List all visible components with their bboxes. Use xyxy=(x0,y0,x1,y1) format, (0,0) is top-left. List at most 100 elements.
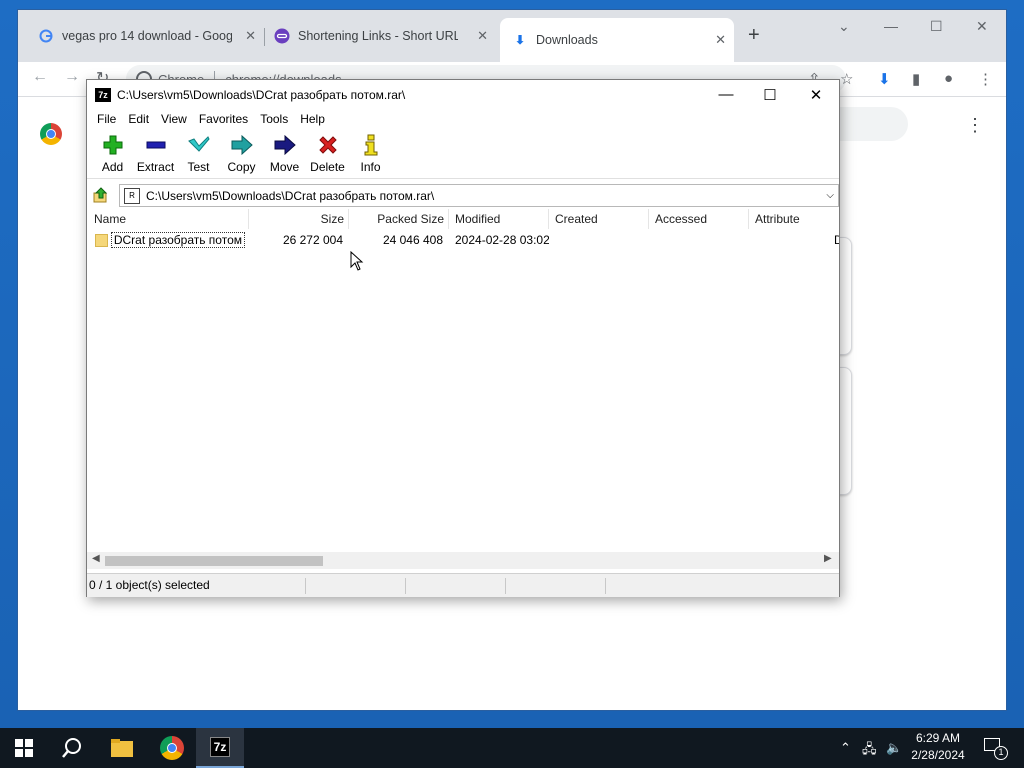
horizontal-scrollbar[interactable]: ◀ ▶ xyxy=(87,552,839,569)
status-segment xyxy=(507,578,606,594)
bookmark-star-icon[interactable]: ☆ xyxy=(840,70,853,88)
chrome-icon xyxy=(160,736,184,760)
scroll-thumb[interactable] xyxy=(105,556,323,566)
status-segment xyxy=(307,578,406,594)
close-tab-icon[interactable]: ✕ xyxy=(715,32,726,48)
window-title: C:\Users\vm5\Downloads\DCrat разобрать п… xyxy=(117,88,406,102)
chevron-up-icon[interactable]: ⌃ xyxy=(840,740,851,756)
file-explorer-button[interactable] xyxy=(98,728,146,768)
folder-icon xyxy=(111,739,133,757)
tab-downloads[interactable]: ⬇ Downloads ✕ xyxy=(500,18,734,62)
column-size[interactable]: Size xyxy=(249,209,349,229)
menu-view[interactable]: View xyxy=(155,112,193,126)
column-created[interactable]: Created xyxy=(549,209,649,229)
close-tab-icon[interactable]: ✕ xyxy=(245,28,256,44)
extract-button[interactable]: Extract xyxy=(134,134,177,178)
notification-count: 1 xyxy=(994,746,1008,760)
minus-icon xyxy=(144,134,168,156)
page-menu-icon[interactable]: ⋮ xyxy=(966,115,984,136)
tab-google-search[interactable]: vegas pro 14 download - Google ✕ xyxy=(38,22,264,50)
check-icon xyxy=(187,134,211,156)
close-tab-icon[interactable]: ✕ xyxy=(477,28,488,44)
maximize-button[interactable]: ☐ xyxy=(930,18,943,35)
column-attributes[interactable]: Attribute xyxy=(749,209,839,229)
maximize-button[interactable]: ☐ xyxy=(755,86,785,104)
arrow-right-icon xyxy=(273,134,297,156)
search-button[interactable] xyxy=(48,728,96,768)
modified-cell: 2024-02-28 03:02 xyxy=(455,233,549,247)
accessed-cell xyxy=(655,231,749,249)
scroll-left-icon[interactable]: ◀ xyxy=(92,553,100,564)
download-icon: ⬇ xyxy=(514,33,526,47)
path-text: C:\Users\vm5\Downloads\DCrat разобрать п… xyxy=(146,188,435,203)
tab-shortening-links[interactable]: Shortening Links - Short URLs | C ✕ xyxy=(274,22,496,50)
menu-icon[interactable]: ⋮ xyxy=(978,70,993,88)
attributes-cell: D xyxy=(834,233,839,247)
menu-favorites[interactable]: Favorites xyxy=(193,112,254,126)
google-g-icon xyxy=(38,28,54,44)
folder-up-icon[interactable] xyxy=(93,187,109,203)
new-tab-button[interactable]: + xyxy=(748,24,760,47)
clock-date: 2/28/2024 xyxy=(911,748,965,762)
clock-time: 6:29 AM xyxy=(915,731,961,745)
table-row[interactable]: DCrat разобрать потом 26 272 004 24 046 … xyxy=(87,231,839,249)
network-icon[interactable]: 🖧 xyxy=(862,740,877,762)
add-label: Add xyxy=(101,160,124,174)
packed-size-cell: 24 046 408 xyxy=(382,233,443,247)
close-button[interactable]: ✕ xyxy=(801,86,831,104)
sevenzip-icon: 7z xyxy=(209,737,231,757)
clock[interactable]: 6:29 AM 2/28/2024 xyxy=(906,730,970,764)
minimize-button[interactable]: — xyxy=(884,18,898,34)
column-accessed[interactable]: Accessed xyxy=(649,209,749,229)
scroll-right-icon[interactable]: ▶ xyxy=(824,553,832,564)
sevenzip-app-icon: 7z xyxy=(95,88,111,102)
chevron-down-icon[interactable]: ⌵ xyxy=(826,190,834,201)
info-button[interactable]: Info xyxy=(349,134,392,178)
column-modified[interactable]: Modified xyxy=(449,209,549,229)
chrome-taskbar-button[interactable] xyxy=(148,728,196,768)
menu-help[interactable]: Help xyxy=(294,112,331,126)
side-panel-icon[interactable]: ▮ xyxy=(912,70,920,88)
status-selection: 0 / 1 object(s) selected xyxy=(89,578,306,594)
file-name: DCrat разобрать потом xyxy=(110,232,245,248)
chrome-logo-icon xyxy=(40,123,62,145)
profile-icon[interactable]: ● xyxy=(944,70,953,87)
notification-icon[interactable]: 1 xyxy=(984,738,1008,760)
taskbar: 7z ⌃ 🖧 🔈 6:29 AM 2/28/2024 1 xyxy=(0,728,1024,768)
mouse-cursor-icon xyxy=(350,251,364,271)
archive-icon: R xyxy=(124,187,140,204)
tab-label: vegas pro 14 download - Google xyxy=(62,29,232,43)
column-packed-size[interactable]: Packed Size xyxy=(349,209,449,229)
menu-tools[interactable]: Tools xyxy=(254,112,294,126)
extract-label: Extract xyxy=(136,160,175,174)
move-label: Move xyxy=(269,160,300,174)
tab-search-icon[interactable]: ⌄ xyxy=(838,18,850,35)
info-label: Info xyxy=(360,160,381,174)
downloads-toolbar-icon[interactable]: ⬇ xyxy=(878,70,891,88)
move-button[interactable]: Move xyxy=(263,134,306,178)
minimize-button[interactable]: — xyxy=(711,86,741,103)
path-combobox[interactable]: R C:\Users\vm5\Downloads\DCrat разобрать… xyxy=(119,184,839,207)
start-button[interactable] xyxy=(0,728,48,768)
close-button[interactable]: ✕ xyxy=(976,18,988,35)
volume-muted-icon[interactable]: 🔈 xyxy=(886,740,902,756)
back-icon[interactable]: ← xyxy=(32,68,48,86)
delete-button[interactable]: Delete xyxy=(306,134,349,178)
title-bar[interactable]: 7z C:\Users\vm5\Downloads\DCrat разобрат… xyxy=(87,80,839,110)
double-arrow-icon xyxy=(230,134,254,156)
status-bar: 0 / 1 object(s) selected xyxy=(87,573,839,597)
forward-icon[interactable]: → xyxy=(64,68,80,86)
copy-label: Copy xyxy=(227,160,256,174)
link-shortener-icon xyxy=(274,28,290,44)
sevenzip-taskbar-button[interactable]: 7z xyxy=(196,728,244,768)
menu-edit[interactable]: Edit xyxy=(122,112,155,126)
copy-button[interactable]: Copy xyxy=(220,134,263,178)
windows-logo-icon xyxy=(15,739,33,757)
add-button[interactable]: Add xyxy=(91,134,134,178)
delete-label: Delete xyxy=(310,160,345,174)
column-name[interactable]: Name xyxy=(87,209,249,229)
status-segment xyxy=(407,578,506,594)
x-icon xyxy=(316,134,340,156)
menu-file[interactable]: File xyxy=(91,112,122,126)
test-button[interactable]: Test xyxy=(177,134,220,178)
